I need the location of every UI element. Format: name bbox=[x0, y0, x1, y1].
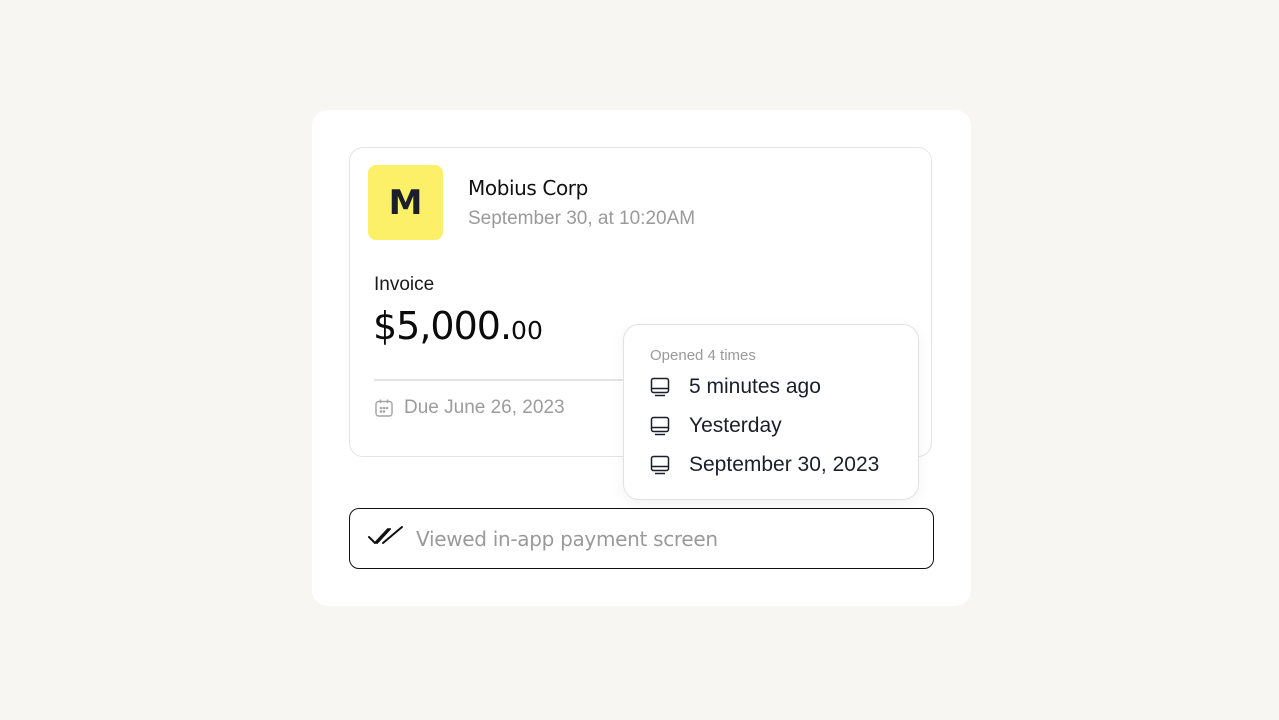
amount-whole: $5,000. bbox=[373, 304, 512, 348]
open-history-popover: Opened 4 times 5 minutes ago Yesterday S… bbox=[623, 324, 919, 500]
due-date-text: Due June 26, 2023 bbox=[404, 397, 565, 418]
company-avatar: M bbox=[368, 165, 443, 240]
invoice-amount: $5,000.00 bbox=[373, 304, 543, 348]
calendar-icon bbox=[374, 398, 394, 418]
divider bbox=[374, 379, 624, 381]
open-item-label: Yesterday bbox=[689, 414, 782, 437]
monitor-icon bbox=[650, 377, 670, 397]
amount-cents: 00 bbox=[511, 316, 543, 345]
open-history-item: 5 minutes ago bbox=[650, 375, 821, 399]
popover-title: Opened 4 times bbox=[650, 347, 756, 364]
double-check-icon bbox=[368, 524, 404, 553]
open-item-label: September 30, 2023 bbox=[689, 453, 880, 476]
activity-panel: M Mobius Corp September 30, at 10:20AM I… bbox=[312, 110, 971, 606]
due-date-row: Due June 26, 2023 bbox=[374, 397, 565, 419]
open-history-item: September 30, 2023 bbox=[650, 453, 879, 477]
viewed-status-bar[interactable]: Viewed in-app payment screen bbox=[349, 508, 934, 569]
company-name: Mobius Corp bbox=[468, 176, 588, 200]
open-history-item: Yesterday bbox=[650, 414, 782, 438]
monitor-icon bbox=[650, 455, 670, 475]
invoice-label: Invoice bbox=[374, 274, 435, 295]
monitor-icon bbox=[650, 416, 670, 436]
invoice-timestamp: September 30, at 10:20AM bbox=[468, 208, 696, 229]
open-item-label: 5 minutes ago bbox=[689, 375, 821, 398]
status-text: Viewed in-app payment screen bbox=[416, 526, 718, 551]
avatar-letter: M bbox=[388, 182, 423, 223]
